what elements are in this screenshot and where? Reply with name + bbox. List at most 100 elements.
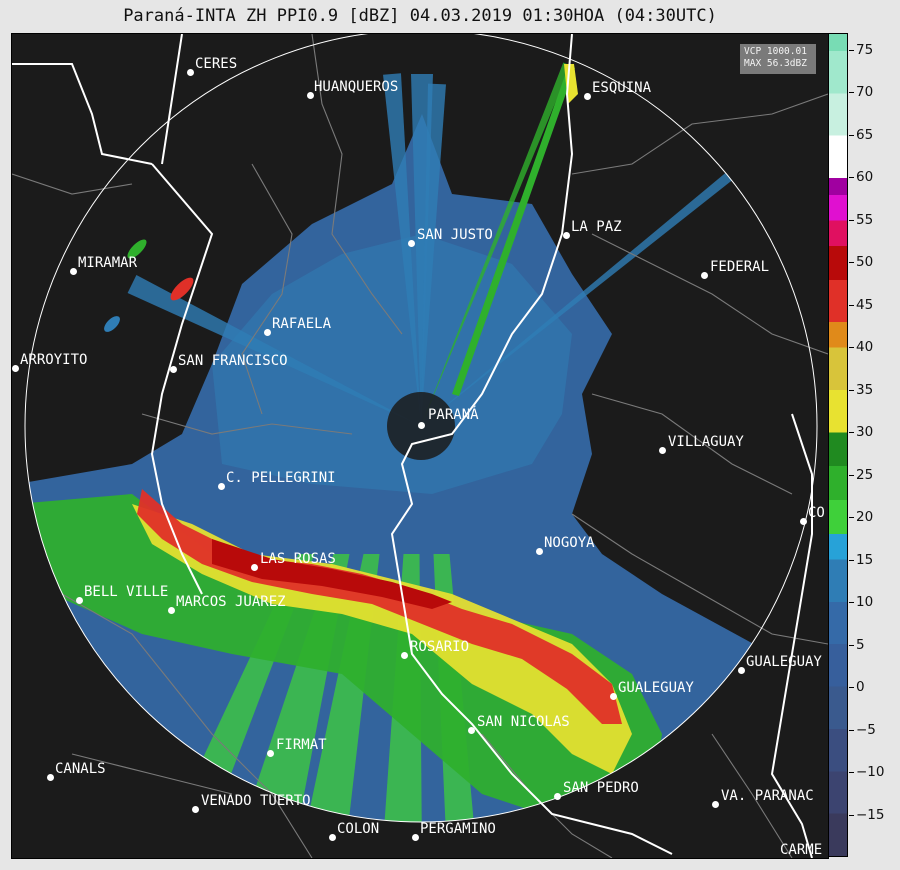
city-marker (192, 806, 199, 813)
city-label: GUALEGUAY (746, 654, 822, 670)
colorbar-tick (849, 772, 854, 774)
city-marker (170, 366, 177, 373)
city-label: NOGOYA (544, 535, 595, 551)
colorbar-tick-label: 5 (856, 636, 865, 653)
city-marker (610, 693, 617, 700)
city-label: MIRAMAR (78, 255, 138, 271)
echo-cell (104, 316, 120, 332)
city-marker (738, 667, 745, 674)
city-marker (70, 268, 77, 275)
city-label: VENADO TUERTO (201, 793, 311, 809)
city-label: CANALS (55, 761, 106, 777)
city-marker (168, 607, 175, 614)
province-border (12, 63, 153, 165)
colorbar-tick-label: 35 (856, 381, 874, 398)
colorbar-tick (849, 92, 854, 94)
city-marker (584, 93, 591, 100)
colorbar-tick-label: 0 (856, 679, 865, 696)
colorbar-tick (849, 219, 854, 221)
city-marker (401, 652, 408, 659)
city-marker (264, 329, 271, 336)
city-marker (408, 240, 415, 247)
city-label: GUALEGUAY (618, 680, 694, 696)
colorbar-tick-label: −10 (856, 764, 885, 781)
city-label: VA. PARANAC (721, 788, 814, 804)
city-marker (418, 422, 425, 429)
colorbar-tick (849, 389, 854, 391)
city-label: PARANÁ (428, 407, 479, 423)
echo-spike-top (564, 64, 578, 104)
city-marker (47, 774, 54, 781)
city-marker (251, 564, 258, 571)
city-label: PERGAMINO (420, 821, 496, 837)
city-label: CERES (195, 56, 238, 72)
department-border (591, 233, 828, 355)
colorbar-tick (849, 602, 854, 604)
city-marker (307, 92, 314, 99)
city-label: C. PELLEGRINI (226, 470, 336, 486)
colorbar-tick-label: 40 (856, 339, 874, 356)
colorbar-tick (849, 49, 854, 51)
city-label: SAN NICOLAS (477, 714, 570, 730)
city-marker (701, 272, 708, 279)
colorbar-tick (849, 347, 854, 349)
colorbar-tick (849, 177, 854, 179)
city-marker (218, 483, 225, 490)
colorbar-tick (849, 432, 854, 434)
colorbar-tick-label: −5 (856, 721, 876, 738)
colorbar-tick (849, 474, 854, 476)
city-marker (800, 518, 807, 525)
colorbar-tick-label: 50 (856, 254, 874, 271)
colorbar-tick-label: 60 (856, 169, 874, 186)
city-marker (76, 597, 83, 604)
colorbar-tick (849, 304, 854, 306)
department-border (571, 93, 828, 175)
city-label: FEDERAL (710, 259, 770, 275)
colorbar-tick-label: 55 (856, 211, 874, 228)
radar-map[interactable]: VCP 1000.01 MAX 56.3dBZ CERES HUANQUEROS E… (11, 33, 829, 859)
city-label: SAN PEDRO (563, 780, 639, 796)
vcp-info-box: VCP 1000.01 MAX 56.3dBZ (740, 44, 816, 74)
map-title: Paraná-INTA ZH PPI0.9 [dBZ] 04.03.2019 0… (123, 6, 717, 26)
colorbar-tick (849, 814, 854, 816)
city-label: RAFAELA (272, 316, 332, 332)
city-label: CARME (780, 842, 823, 858)
city-marker (712, 801, 719, 808)
colorbar-tick (849, 644, 854, 646)
city-marker (659, 447, 666, 454)
colorbar-tick-label: 75 (856, 41, 874, 58)
vcp-line: VCP 1000.01 (744, 46, 807, 57)
colorbar-tick-label: 25 (856, 466, 874, 483)
city-marker (563, 232, 570, 239)
colorbar-tick-label: 30 (856, 424, 874, 441)
city-marker (412, 834, 419, 841)
colorbar-tick (849, 134, 854, 136)
city-marker (329, 834, 336, 841)
city-label: HUANQUEROS (314, 79, 399, 95)
city-label: MARCOS JUAREZ (176, 594, 286, 610)
city-marker (536, 548, 543, 555)
city-label: ESQUINA (592, 80, 652, 96)
city-label: ARROYITO (20, 352, 88, 368)
max-line: MAX 56.3dBZ (744, 58, 807, 69)
city-marker (12, 365, 19, 372)
colorbar-tick (849, 729, 854, 731)
city-label: LA PAZ (571, 219, 622, 235)
city-label: ROSARIO (410, 639, 470, 655)
city-label: FIRMAT (276, 737, 327, 753)
city-marker (554, 793, 561, 800)
colorbar-tick (849, 262, 854, 264)
colorbar-tick (849, 687, 854, 689)
colorbar-tick-label: 45 (856, 296, 874, 313)
city-label: VILLAGUAY (668, 434, 744, 450)
dbz-colorbar (828, 33, 848, 857)
colorbar-tick-label: 15 (856, 551, 874, 568)
colorbar-tick-label: 20 (856, 509, 874, 526)
city-label: CO (808, 505, 825, 521)
province-border (161, 34, 183, 165)
city-marker (267, 750, 274, 757)
colorbar-tick-label: 70 (856, 84, 874, 101)
city-marker (468, 727, 475, 734)
city-label: LAS ROSAS (260, 551, 336, 567)
colorbar-tick-label: −15 (856, 806, 885, 823)
